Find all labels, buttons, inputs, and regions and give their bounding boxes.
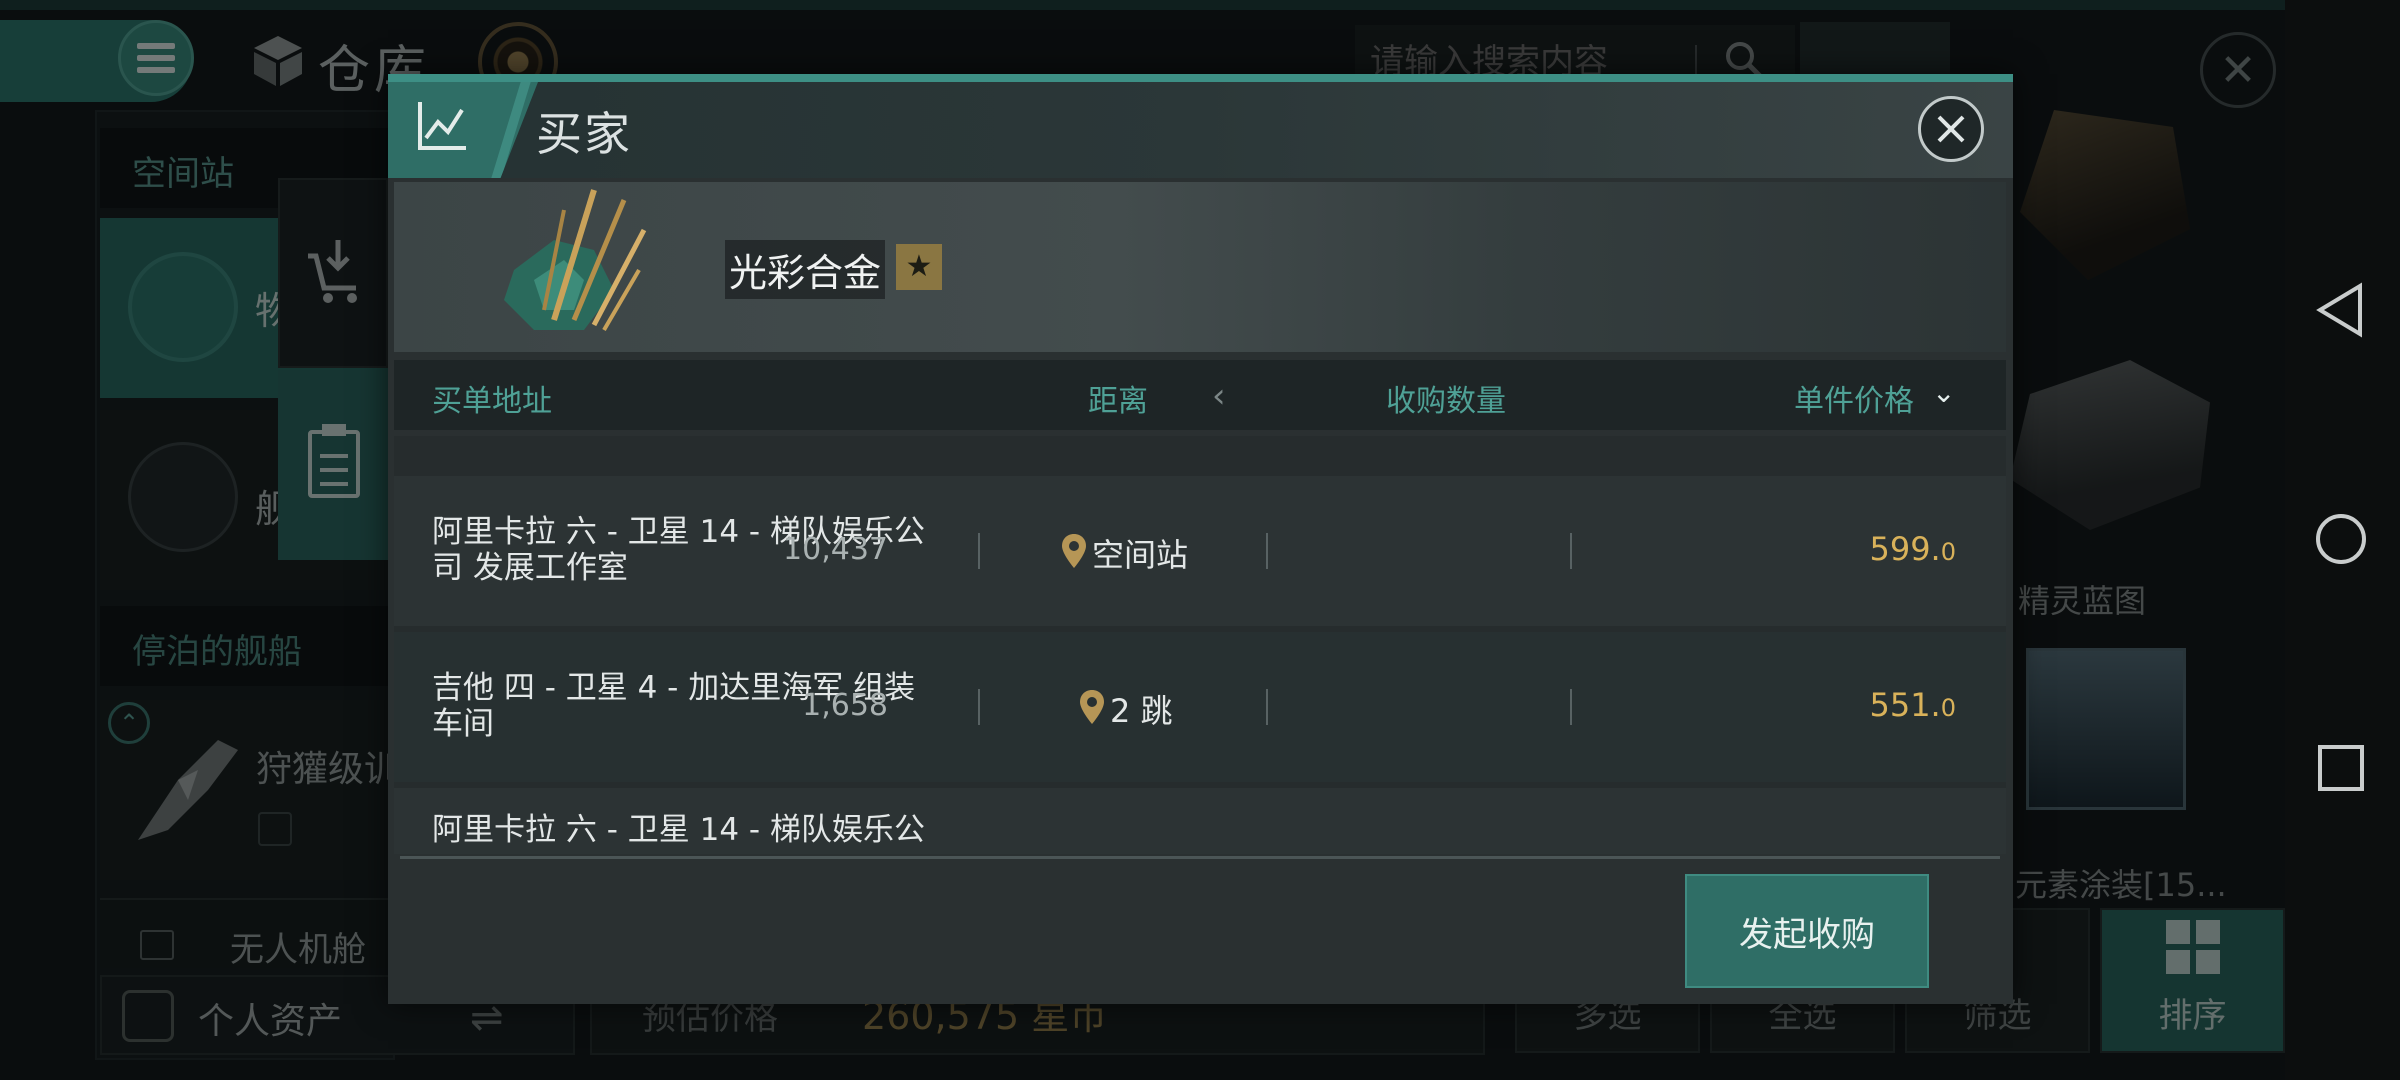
price-decimal: 0 [1940, 694, 1956, 722]
price-integer: 599. [1869, 530, 1941, 568]
row-price: 551.0 [1869, 686, 1956, 724]
table-row[interactable]: 阿里卡拉 六 - 卫星 14 - 梯队娱乐公司 发展工作室 空间站 10,437… [394, 476, 2006, 626]
column-header-distance[interactable]: 距离 [1088, 376, 1148, 420]
home-icon[interactable] [2316, 514, 2366, 564]
row-price: 599.0 [1869, 530, 1956, 568]
chevron-left-icon[interactable]: ‹ [1212, 376, 1226, 416]
close-icon[interactable] [1918, 96, 1984, 162]
table-row[interactable]: 阿里卡拉 六 - 卫星 14 - 梯队娱乐公 [394, 788, 2006, 854]
star-icon[interactable]: ★ [896, 244, 942, 290]
column-divider [1266, 689, 1268, 725]
item-thumbnail [504, 189, 647, 332]
column-header-quantity[interactable]: 收购数量 [1386, 376, 1506, 420]
price-decimal: 0 [1940, 538, 1956, 566]
dialog-title: 买家 [536, 107, 632, 161]
chevron-down-icon[interactable]: ⌄ [1932, 376, 1955, 409]
buyer-list[interactable]: 阿里卡拉 六 - 卫星 14 - 梯队娱乐公司 发展工作室 空间站 10,437… [394, 436, 2006, 854]
row-quantity: 1,658 [802, 688, 888, 723]
column-divider [978, 689, 980, 725]
place-buy-order-button[interactable]: 发起收购 [1685, 874, 1929, 988]
column-divider [1570, 533, 1572, 569]
row-address: 阿里卡拉 六 - 卫星 14 - 梯队娱乐公 [432, 812, 925, 848]
column-divider [1266, 533, 1268, 569]
recent-apps-icon[interactable] [2318, 745, 2364, 791]
column-header-address[interactable]: 买单地址 [432, 376, 552, 420]
table-row[interactable]: 吉他 四 - 卫星 4 - 加达里海军 组装车间 2 跳 1,658 551.0 [394, 632, 2006, 782]
table-header [394, 360, 2006, 430]
location-pin-icon [1080, 690, 1104, 724]
column-header-price[interactable]: 单件价格 [1794, 376, 1914, 420]
list-divider [400, 856, 2000, 859]
column-divider [1570, 689, 1572, 725]
location-pin-icon [1062, 534, 1086, 568]
item-name: 光彩合金 [725, 240, 886, 299]
row-quantity: 10,437 [783, 532, 888, 567]
column-divider [978, 533, 980, 569]
back-icon[interactable] [2316, 282, 2366, 338]
row-distance: 空间站 [1092, 536, 1189, 574]
price-integer: 551. [1869, 686, 1941, 724]
chart-icon [418, 102, 466, 150]
row-distance: 2 跳 [1110, 692, 1173, 730]
